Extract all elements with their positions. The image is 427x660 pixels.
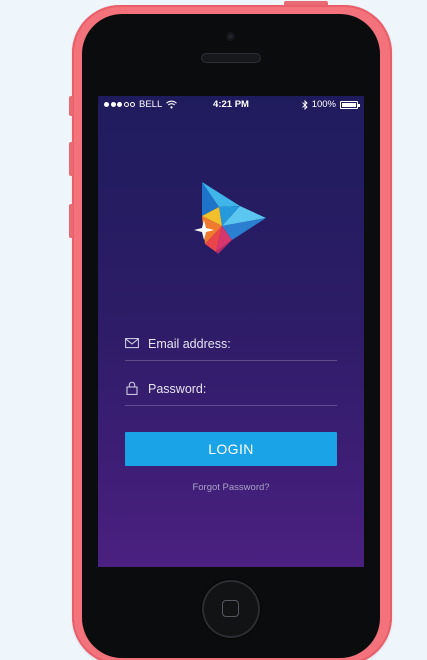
envelope-icon [125,338,139,349]
mockup-stage: BELL 4:21 PM 100% Email address: LOGIN F… [0,0,427,660]
bluetooth-icon [301,99,308,110]
front-camera [226,32,235,41]
app-logo-icon [194,182,266,254]
lock-icon [126,381,138,395]
password-field-row [125,375,337,406]
battery-icon [340,100,360,109]
earpiece-speaker [201,53,261,63]
status-right: 100% [301,99,360,110]
volume-up-button [69,142,73,176]
battery-percentage: 100% [311,99,336,110]
email-input[interactable] [148,334,333,354]
login-button[interactable]: LOGIN [125,432,337,466]
email-field-row [125,330,337,361]
status-bar: BELL 4:21 PM 100% [98,96,364,114]
forgot-password-link[interactable]: Forgot Password? [98,482,364,493]
login-screen: BELL 4:21 PM 100% Email address: LOGIN F… [98,96,364,567]
power-button [284,1,328,5]
volume-down-button [69,204,73,238]
password-input[interactable] [148,379,333,399]
home-square-icon [222,600,239,617]
mute-switch [69,96,73,116]
